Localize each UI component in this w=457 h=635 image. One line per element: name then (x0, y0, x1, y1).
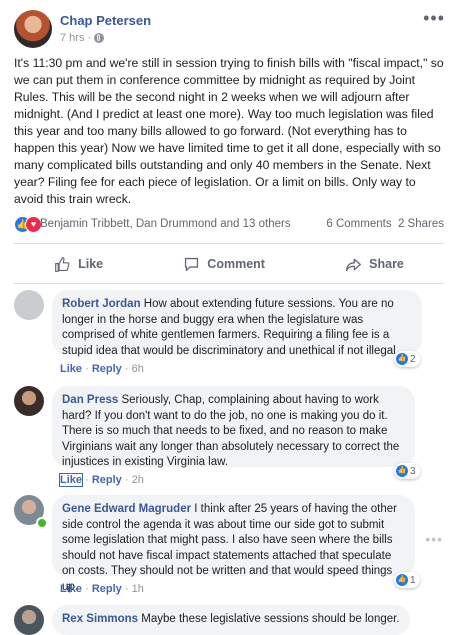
dot-separator: · (85, 474, 89, 486)
comment-like-link[interactable]: Like (60, 363, 82, 375)
commenter-name[interactable]: Robert Jordan (62, 298, 141, 310)
reaction-count: 2 (410, 353, 416, 365)
comment-bubble: Gene Edward Magruder I think after 25 ye… (52, 495, 415, 593)
comment-time[interactable]: 1h (132, 583, 144, 595)
dot-separator: · (85, 363, 89, 375)
commenter-name[interactable]: Rex Simmons (62, 613, 138, 625)
shares-count[interactable]: 2 Shares (398, 218, 444, 230)
reaction-count: 3 (410, 465, 416, 477)
author-avatar[interactable] (14, 10, 52, 48)
commenter-avatar[interactable] (14, 386, 44, 416)
comment-reactions[interactable]: 👍 1 (394, 572, 420, 588)
dot-separator: · (124, 363, 129, 375)
comment-reply-link[interactable]: Reply (92, 474, 122, 486)
action-bar: Like Comment Share (14, 248, 444, 280)
divider (14, 243, 444, 244)
reactors-text[interactable]: Benjamin Tribbett, Dan Drummond and 13 o… (40, 218, 291, 230)
comment-reply-link[interactable]: Reply (92, 583, 122, 595)
comment-actions: Like · Reply · 1h (60, 583, 144, 595)
commenter-name[interactable]: Dan Press (62, 394, 118, 406)
share-button[interactable]: Share (345, 256, 404, 273)
dot-separator: · (124, 583, 129, 595)
divider (14, 283, 444, 284)
post-header: Chap Petersen 7 hrs · ••• (0, 0, 457, 50)
globe-icon (94, 33, 105, 43)
meta-separator: · (87, 32, 92, 44)
comment-button-label: Comment (207, 257, 265, 271)
commenter-avatar[interactable] (14, 605, 44, 635)
post-meta: 7 hrs · (60, 32, 105, 44)
commenter-avatar[interactable] (14, 290, 44, 320)
like-reaction-icon: 👍 (396, 353, 408, 365)
comment-reply-link[interactable]: Reply (92, 363, 122, 375)
comment-options-icon[interactable]: ••• (425, 531, 443, 547)
comment-time[interactable]: 6h (132, 363, 144, 375)
comment-bubble: Rex Simmons Maybe these legislative sess… (52, 605, 410, 635)
author-name[interactable]: Chap Petersen (60, 13, 151, 28)
post-counts: 6 Comments 2 Shares (326, 218, 444, 230)
comment-time[interactable]: 2h (132, 474, 144, 486)
thumbs-up-icon (55, 256, 70, 272)
comment-text: I think after 25 years of having the oth… (62, 503, 397, 593)
comment-bubble: Robert Jordan How about extending future… (52, 290, 422, 357)
comment-like-link[interactable]: Like (60, 583, 82, 595)
comment-reactions[interactable]: 👍 2 (394, 351, 420, 367)
commenter-name[interactable]: Gene Edward Magruder (62, 503, 191, 515)
post-stats: 👍 ♥ Benjamin Tribbett, Dan Drummond and … (14, 216, 444, 234)
comments-count[interactable]: 6 Comments (326, 218, 391, 230)
dot-separator: · (85, 583, 89, 595)
reaction-count: 1 (410, 574, 416, 586)
dot-separator: · (124, 474, 129, 486)
comment-text: Maybe these legislative sessions should … (141, 613, 400, 625)
post-options-icon[interactable]: ••• (423, 8, 445, 29)
post-time[interactable]: 7 hrs (60, 32, 84, 44)
comment-bubble: Dan Press Seriously, Chap, complaining a… (52, 386, 415, 468)
comment-like-link[interactable]: Like (58, 473, 84, 487)
like-reaction-icon: 👍 (396, 465, 408, 477)
share-button-label: Share (369, 257, 404, 271)
post-text: It's 11:30 pm and we're still in session… (14, 56, 444, 206)
comment-reactions[interactable]: 👍 3 (394, 463, 420, 479)
comment-icon (185, 257, 199, 271)
like-reaction-icon: 👍 (396, 574, 408, 586)
comment-button[interactable]: Comment (183, 256, 265, 273)
like-button-label: Like (78, 257, 104, 271)
like-button[interactable]: Like (54, 256, 103, 273)
comment-actions: Like · Reply · 2h (58, 473, 144, 487)
online-status-icon (36, 517, 48, 529)
comment-actions: Like · Reply · 6h (60, 363, 144, 375)
share-icon (346, 258, 362, 271)
